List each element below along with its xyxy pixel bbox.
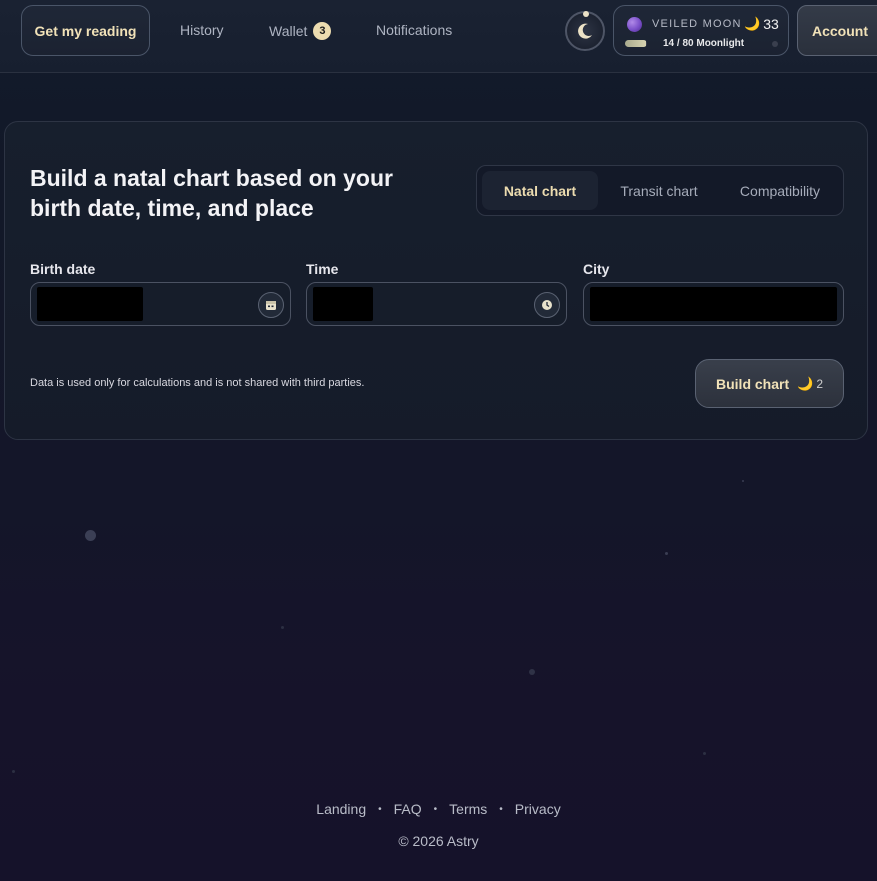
redacted-value [313,287,373,321]
footer-separator: • [378,803,382,815]
footer-separator: • [433,803,438,815]
star-decoration [742,480,744,482]
page-title: Build a natal chart based on your birth … [30,165,393,221]
wallet-count-badge: 3 [313,22,332,40]
star-decoration [665,552,668,555]
clock-icon[interactable] [534,292,560,318]
get-reading-button[interactable]: Get my reading [21,5,150,56]
tab-natal-chart[interactable]: Natal chart [482,171,598,210]
footer-separator: • [499,803,503,815]
nav-history-link[interactable]: History [180,22,224,38]
build-cost: 🌙 2 [797,376,823,392]
progress-end-dot [772,41,778,47]
star-decoration [281,626,284,629]
footer-link-landing[interactable]: Landing [316,801,366,817]
clock-glyph-icon [542,300,552,310]
natal-chart-form-card: Build a natal chart based on your birth … [4,121,868,440]
privacy-note: Data is used only for calculations and i… [30,377,365,389]
level-name: VEILED MOON [652,18,742,30]
time-field[interactable] [306,282,567,326]
purple-orb-icon [627,17,642,32]
redacted-value [37,287,143,321]
copyright-text: © 2026 Astry [398,833,479,849]
city-label: City [583,261,610,277]
city-field[interactable] [583,282,844,326]
calendar-icon[interactable] [258,292,284,318]
nav-history-label: History [180,22,224,38]
crescent-icon: 🌙 [744,16,761,31]
crescent-moon-icon [578,23,592,39]
redacted-value [590,287,837,321]
moonlight-progress-fill [625,40,647,47]
birth-date-label: Birth date [30,261,96,277]
level-score-value: 33 [763,16,779,32]
tab-transit-chart[interactable]: Transit chart [601,171,717,210]
nav-notifications-link[interactable]: Notifications [376,22,452,38]
moonlight-progress-bar [625,40,647,47]
crescent-icon: 🌙 [797,375,814,391]
star-decoration [85,530,96,541]
account-button[interactable]: Account [797,5,877,56]
moon-phase-button[interactable] [565,11,605,51]
star-decoration [529,669,535,675]
birth-date-field[interactable] [30,282,291,326]
footer-links: Landing • FAQ • Terms • Privacy [0,801,877,817]
tab-compatibility[interactable]: Compatibility [721,171,839,210]
level-score: 🌙 33 [744,16,779,32]
moonlight-progress-label: 14 / 80 Moonlight [663,38,745,49]
star-decoration [703,752,706,755]
calendar-glyph-icon [266,301,276,310]
nav-wallet-link[interactable]: Wallet 3 [269,22,332,40]
top-navigation-bar: Get my reading History Wallet 3 Notifica… [0,0,877,73]
orbit-dot-icon [583,11,589,17]
build-chart-label: Build chart [716,375,790,392]
time-label: Time [306,261,339,277]
footer-link-privacy[interactable]: Privacy [515,801,561,817]
chart-type-tabs: Natal chart Transit chart Compatibility [476,165,844,216]
footer-link-faq[interactable]: FAQ [394,801,422,817]
build-cost-value: 2 [816,376,823,391]
build-chart-button[interactable]: Build chart 🌙 2 [695,359,844,408]
footer-link-terms[interactable]: Terms [449,801,487,817]
nav-notifications-label: Notifications [376,22,453,38]
nav-wallet-label: Wallet [269,23,308,39]
moon-level-card[interactable]: VEILED MOON 🌙 33 14 / 80 Moonlight [613,5,789,56]
star-decoration [12,770,15,773]
